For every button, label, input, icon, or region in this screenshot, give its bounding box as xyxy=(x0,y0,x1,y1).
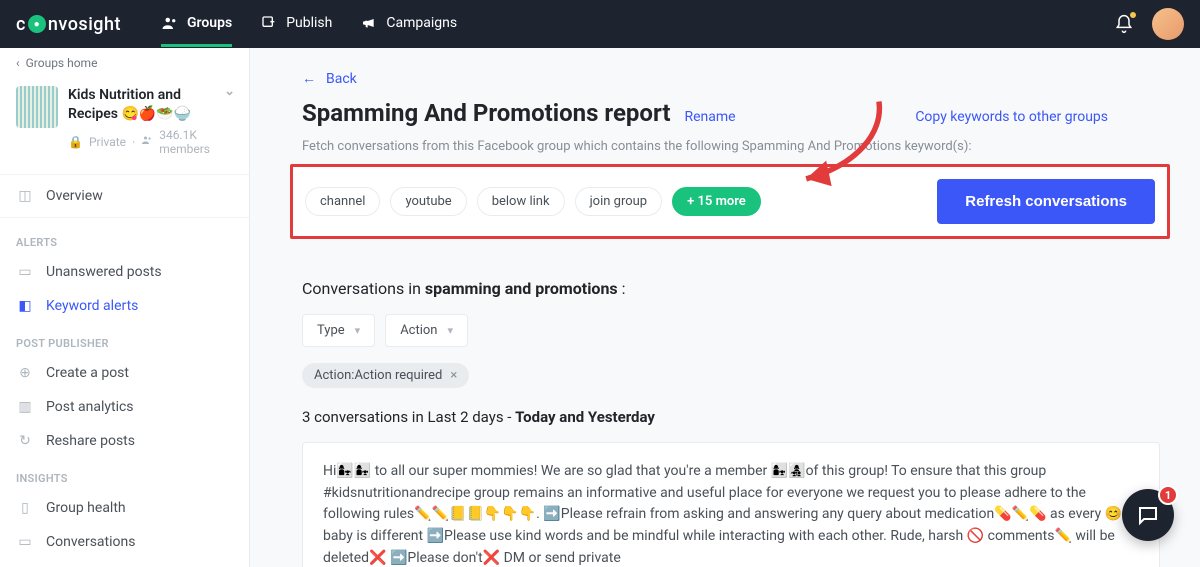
sidebar-section-alerts: ALERTS xyxy=(0,222,249,255)
lock-icon: 🔒 xyxy=(68,135,83,149)
keyword-chips: channel youtube below link join group + … xyxy=(305,187,761,216)
sidebar-section-post-publisher: POST PUBLISHER xyxy=(0,323,249,356)
sidebar-item-label: Overview xyxy=(46,188,103,204)
sidebar-item-create-post[interactable]: ⊕ Create a post xyxy=(0,356,249,390)
plus-circle-icon: ⊕ xyxy=(16,365,34,381)
sidebar-item-label: Post analytics xyxy=(46,399,134,415)
refresh-conversations-button[interactable]: Refresh conversations xyxy=(937,179,1155,224)
arrow-left-icon: ← xyxy=(302,70,316,87)
chevron-left-icon: ‹ xyxy=(16,56,20,70)
conversation-range: 3 conversations in Last 2 days - Today a… xyxy=(250,408,1200,442)
rename-link[interactable]: Rename xyxy=(684,109,735,125)
conversation-card[interactable]: Hi👩‍👧👩‍👧 to all our super mommies! We ar… xyxy=(302,442,1160,567)
publish-icon xyxy=(260,14,278,32)
conversations-heading: Conversations in spamming and promotions… xyxy=(250,239,1200,314)
help-chat-button[interactable]: 1 xyxy=(1122,489,1174,541)
keywords-panel: channel youtube below link join group + … xyxy=(290,164,1170,239)
main-content: ← Back Spamming And Promotions report Re… xyxy=(250,48,1200,567)
page-description: Fetch conversations from this Facebook g… xyxy=(250,135,1200,164)
sidebar-item-label: Reshare posts xyxy=(46,433,135,449)
sidebar-item-group-health[interactable]: ▯ Group health xyxy=(0,491,249,525)
breadcrumb-groups-home[interactable]: ‹ Groups home xyxy=(0,48,249,78)
logo-prefix: c xyxy=(16,14,26,35)
chevron-down-icon[interactable]: ⌄ xyxy=(224,84,235,99)
alert-icon: ◧ xyxy=(16,298,34,314)
nav-label: Campaigns xyxy=(386,15,457,31)
sidebar-section-insights: INSIGHTS xyxy=(0,458,249,491)
sidebar-item-label: Unanswered posts xyxy=(46,264,162,280)
campaigns-icon xyxy=(360,14,378,32)
sidebar-item-label: Keyword alerts xyxy=(46,298,138,314)
nav-campaigns[interactable]: Campaigns xyxy=(360,2,457,47)
group-privacy: Private xyxy=(89,135,126,149)
notification-dot-icon xyxy=(1130,12,1136,18)
breadcrumb-label: Groups home xyxy=(26,56,98,70)
sidebar-item-label: Conversations xyxy=(46,534,135,550)
sidebar-item-label: Create a post xyxy=(46,365,129,381)
user-avatar[interactable] xyxy=(1152,8,1184,40)
sidebar: ‹ Groups home Kids Nutrition and Recipes… xyxy=(0,48,250,567)
back-button[interactable]: ← Back xyxy=(250,48,1200,99)
action-filter-button[interactable]: Action xyxy=(385,314,468,347)
sidebar-item-keyword-alerts[interactable]: ◧ Keyword alerts xyxy=(0,289,249,323)
active-filter-tag[interactable]: Action: Action required × xyxy=(302,363,469,388)
sidebar-item-overview[interactable]: ◫ Overview xyxy=(0,179,249,213)
groups-icon xyxy=(161,14,179,32)
post-body: Hi👩‍👧👩‍👧 to all our super mommies! We ar… xyxy=(323,463,1122,566)
health-icon: ▯ xyxy=(16,500,34,516)
nav-label: Publish xyxy=(286,15,332,31)
logo-mark-icon: ● xyxy=(28,15,46,33)
sidebar-item-unanswered-posts[interactable]: ▭ Unanswered posts xyxy=(0,255,249,289)
sidebar-item-reshare-posts[interactable]: ↻ Reshare posts xyxy=(0,424,249,458)
group-thumbnail xyxy=(16,86,58,128)
close-icon[interactable]: × xyxy=(450,368,457,383)
nav-publish[interactable]: Publish xyxy=(260,2,332,47)
logo[interactable]: c ● nvosight xyxy=(16,14,121,35)
keyword-chip[interactable]: below link xyxy=(477,187,565,216)
keyword-chip[interactable]: channel xyxy=(305,187,380,216)
type-filter-button[interactable]: Type xyxy=(302,314,375,347)
nav-groups[interactable]: Groups xyxy=(161,2,232,47)
members-icon xyxy=(141,134,153,149)
nav-label: Groups xyxy=(187,15,232,31)
logo-suffix: nvosight xyxy=(48,14,121,35)
top-nav: Groups Publish Campaigns xyxy=(161,2,1114,47)
chat-icon: ▭ xyxy=(16,534,34,550)
post-icon: ▭ xyxy=(16,264,34,280)
keyword-chip[interactable]: join group xyxy=(575,187,663,216)
sidebar-item-conversations[interactable]: ▭ Conversations xyxy=(0,525,249,559)
group-header[interactable]: Kids Nutrition and Recipes 😋🍎🥗🍚 🔒 Privat… xyxy=(0,78,249,170)
chat-bubble-icon xyxy=(1136,503,1160,527)
group-title: Kids Nutrition and Recipes 😋🍎🥗🍚 xyxy=(68,86,233,124)
keyword-chip[interactable]: youtube xyxy=(390,187,466,216)
group-members: 346.1K members xyxy=(159,128,233,156)
grid-icon: ◫ xyxy=(16,188,34,204)
copy-keywords-link[interactable]: Copy keywords to other groups xyxy=(915,109,1148,125)
chart-icon: ▥ xyxy=(16,399,34,415)
notifications-button[interactable] xyxy=(1114,14,1134,34)
back-label: Back xyxy=(326,71,357,87)
chat-badge: 1 xyxy=(1158,485,1178,505)
sidebar-item-post-analytics[interactable]: ▥ Post analytics xyxy=(0,390,249,424)
reshare-icon: ↻ xyxy=(16,433,34,449)
sidebar-item-label: Group health xyxy=(46,500,126,516)
page-title: Spamming And Promotions report xyxy=(302,99,670,127)
sidebar-section-group-settings: GROUP SETTINGS xyxy=(0,559,249,567)
keyword-more-chip[interactable]: + 15 more xyxy=(672,187,761,216)
